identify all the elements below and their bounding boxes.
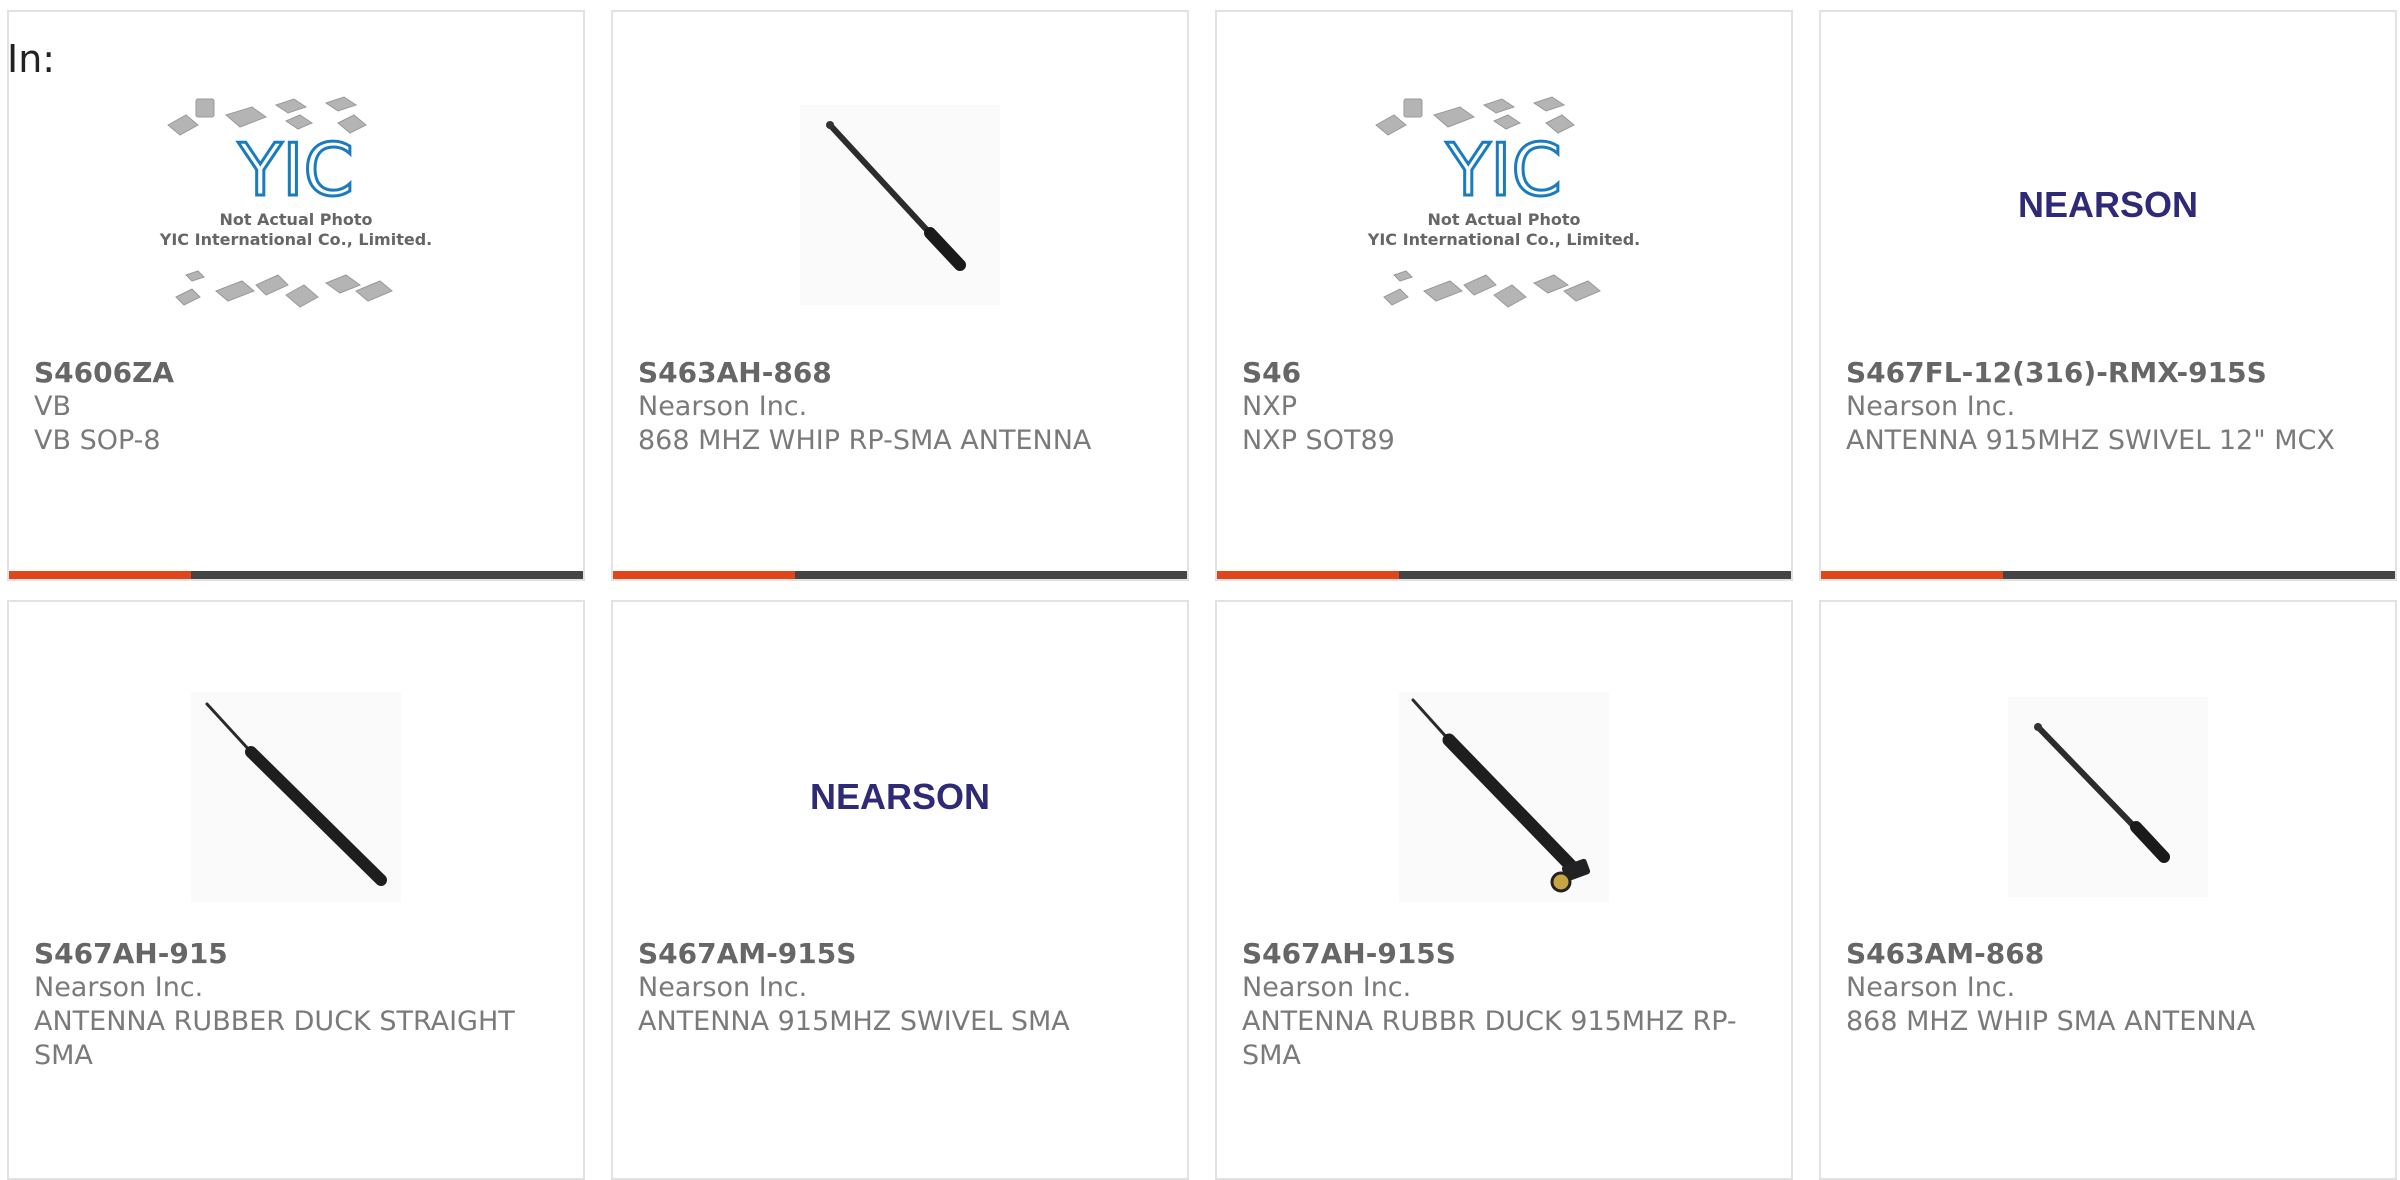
product-image[interactable] [1217, 642, 1791, 952]
svg-text:YIC: YIC [237, 128, 354, 212]
product-image[interactable] [1821, 642, 2395, 952]
svg-text:Not Actual Photo: Not Actual Photo [1427, 210, 1580, 229]
antenna-whip-image [2008, 697, 2208, 897]
manufacturer: Nearson Inc. [1242, 972, 1412, 1003]
product-card[interactable]: YIC Not Actual Photo YIC International C… [1215, 10, 1793, 581]
manufacturer: VB [34, 391, 71, 422]
description: NXP SOT89 [1242, 425, 1395, 456]
description: ANTENNA 915MHZ SWIVEL SMA [638, 1006, 1070, 1037]
svg-text:NEARSON: NEARSON [2018, 184, 2198, 225]
description: VB SOP-8 [34, 425, 161, 456]
accent-bar [613, 571, 795, 579]
manufacturer: Nearson Inc. [638, 391, 808, 422]
part-number[interactable]: S467AH-915S [1242, 937, 1771, 971]
part-number[interactable]: S467AM-915S [638, 937, 1167, 971]
card-footer-bar [1217, 571, 1791, 579]
svg-text:YIC: YIC [1445, 128, 1562, 212]
manufacturer: Nearson Inc. [638, 972, 808, 1003]
product-grid: YIC Not Actual Photo YIC International C… [0, 0, 2400, 1180]
part-number[interactable]: S4606ZA [34, 356, 563, 390]
product-image[interactable] [9, 642, 583, 952]
manufacturer: Nearson Inc. [1846, 391, 2016, 422]
nearson-logo: NEARSON [2018, 184, 2198, 225]
product-card[interactable]: YIC Not Actual Photo YIC International C… [7, 10, 585, 581]
filter-label: In: [7, 37, 56, 81]
card-footer-bar [1821, 571, 2395, 579]
antenna-duck-image [191, 692, 401, 902]
product-image[interactable]: NEARSON [1821, 60, 2395, 350]
part-number[interactable]: S463AM-868 [1846, 937, 2375, 971]
antenna-swivel-image [1399, 692, 1609, 902]
accent-bar [9, 571, 191, 579]
not-actual-photo-image: YIC Not Actual Photo YIC International C… [159, 96, 432, 308]
product-image[interactable]: NEARSON [613, 642, 1187, 952]
description: ANTENNA RUBBR DUCK 915MHZ RP-SMA [1242, 1006, 1737, 1071]
product-card[interactable]: NEARSON S467FL-12(316)-RMX-915S Nearson … [1819, 10, 2397, 581]
accent-bar [1217, 571, 1399, 579]
description: 868 MHZ WHIP RP-SMA ANTENNA [638, 425, 1092, 456]
part-number[interactable]: S467AH-915 [34, 937, 563, 971]
part-number[interactable]: S46 [1242, 356, 1771, 390]
nearson-logo: NEARSON [810, 776, 990, 817]
accent-bar [1821, 571, 2003, 579]
product-card[interactable]: S463AM-868 Nearson Inc. 868 MHZ WHIP SMA… [1819, 600, 2397, 1180]
card-footer-bar [613, 571, 1187, 579]
antenna-whip-image [800, 105, 1000, 305]
svg-text:YIC International Co., Limited: YIC International Co., Limited. [1367, 230, 1640, 249]
product-card[interactable]: S467AH-915S Nearson Inc. ANTENNA RUBBR D… [1215, 600, 1793, 1180]
description: ANTENNA RUBBER DUCK STRAIGHT SMA [34, 1006, 515, 1071]
svg-text:Not Actual Photo: Not Actual Photo [219, 210, 372, 229]
manufacturer: Nearson Inc. [34, 972, 204, 1003]
description: ANTENNA 915MHZ SWIVEL 12" MCX [1846, 425, 2335, 456]
product-image[interactable]: YIC Not Actual Photo YIC International C… [9, 60, 583, 350]
product-card[interactable]: NEARSON S467AM-915S Nearson Inc. ANTENNA… [611, 600, 1189, 1180]
product-card[interactable]: S463AH-868 Nearson Inc. 868 MHZ WHIP RP-… [611, 10, 1189, 581]
product-card[interactable]: S467AH-915 Nearson Inc. ANTENNA RUBBER D… [7, 600, 585, 1180]
part-number[interactable]: S467FL-12(316)-RMX-915S [1846, 356, 2375, 390]
svg-text:YIC International Co., Limited: YIC International Co., Limited. [159, 230, 432, 249]
not-actual-photo-image: YIC Not Actual Photo YIC International C… [1367, 96, 1640, 308]
card-footer-bar [9, 571, 583, 579]
product-image[interactable]: YIC Not Actual Photo YIC International C… [1217, 60, 1791, 350]
manufacturer: NXP [1242, 391, 1297, 422]
product-image[interactable] [613, 60, 1187, 350]
part-number[interactable]: S463AH-868 [638, 356, 1167, 390]
description: 868 MHZ WHIP SMA ANTENNA [1846, 1006, 2256, 1037]
svg-text:NEARSON: NEARSON [810, 776, 990, 817]
manufacturer: Nearson Inc. [1846, 972, 2016, 1003]
